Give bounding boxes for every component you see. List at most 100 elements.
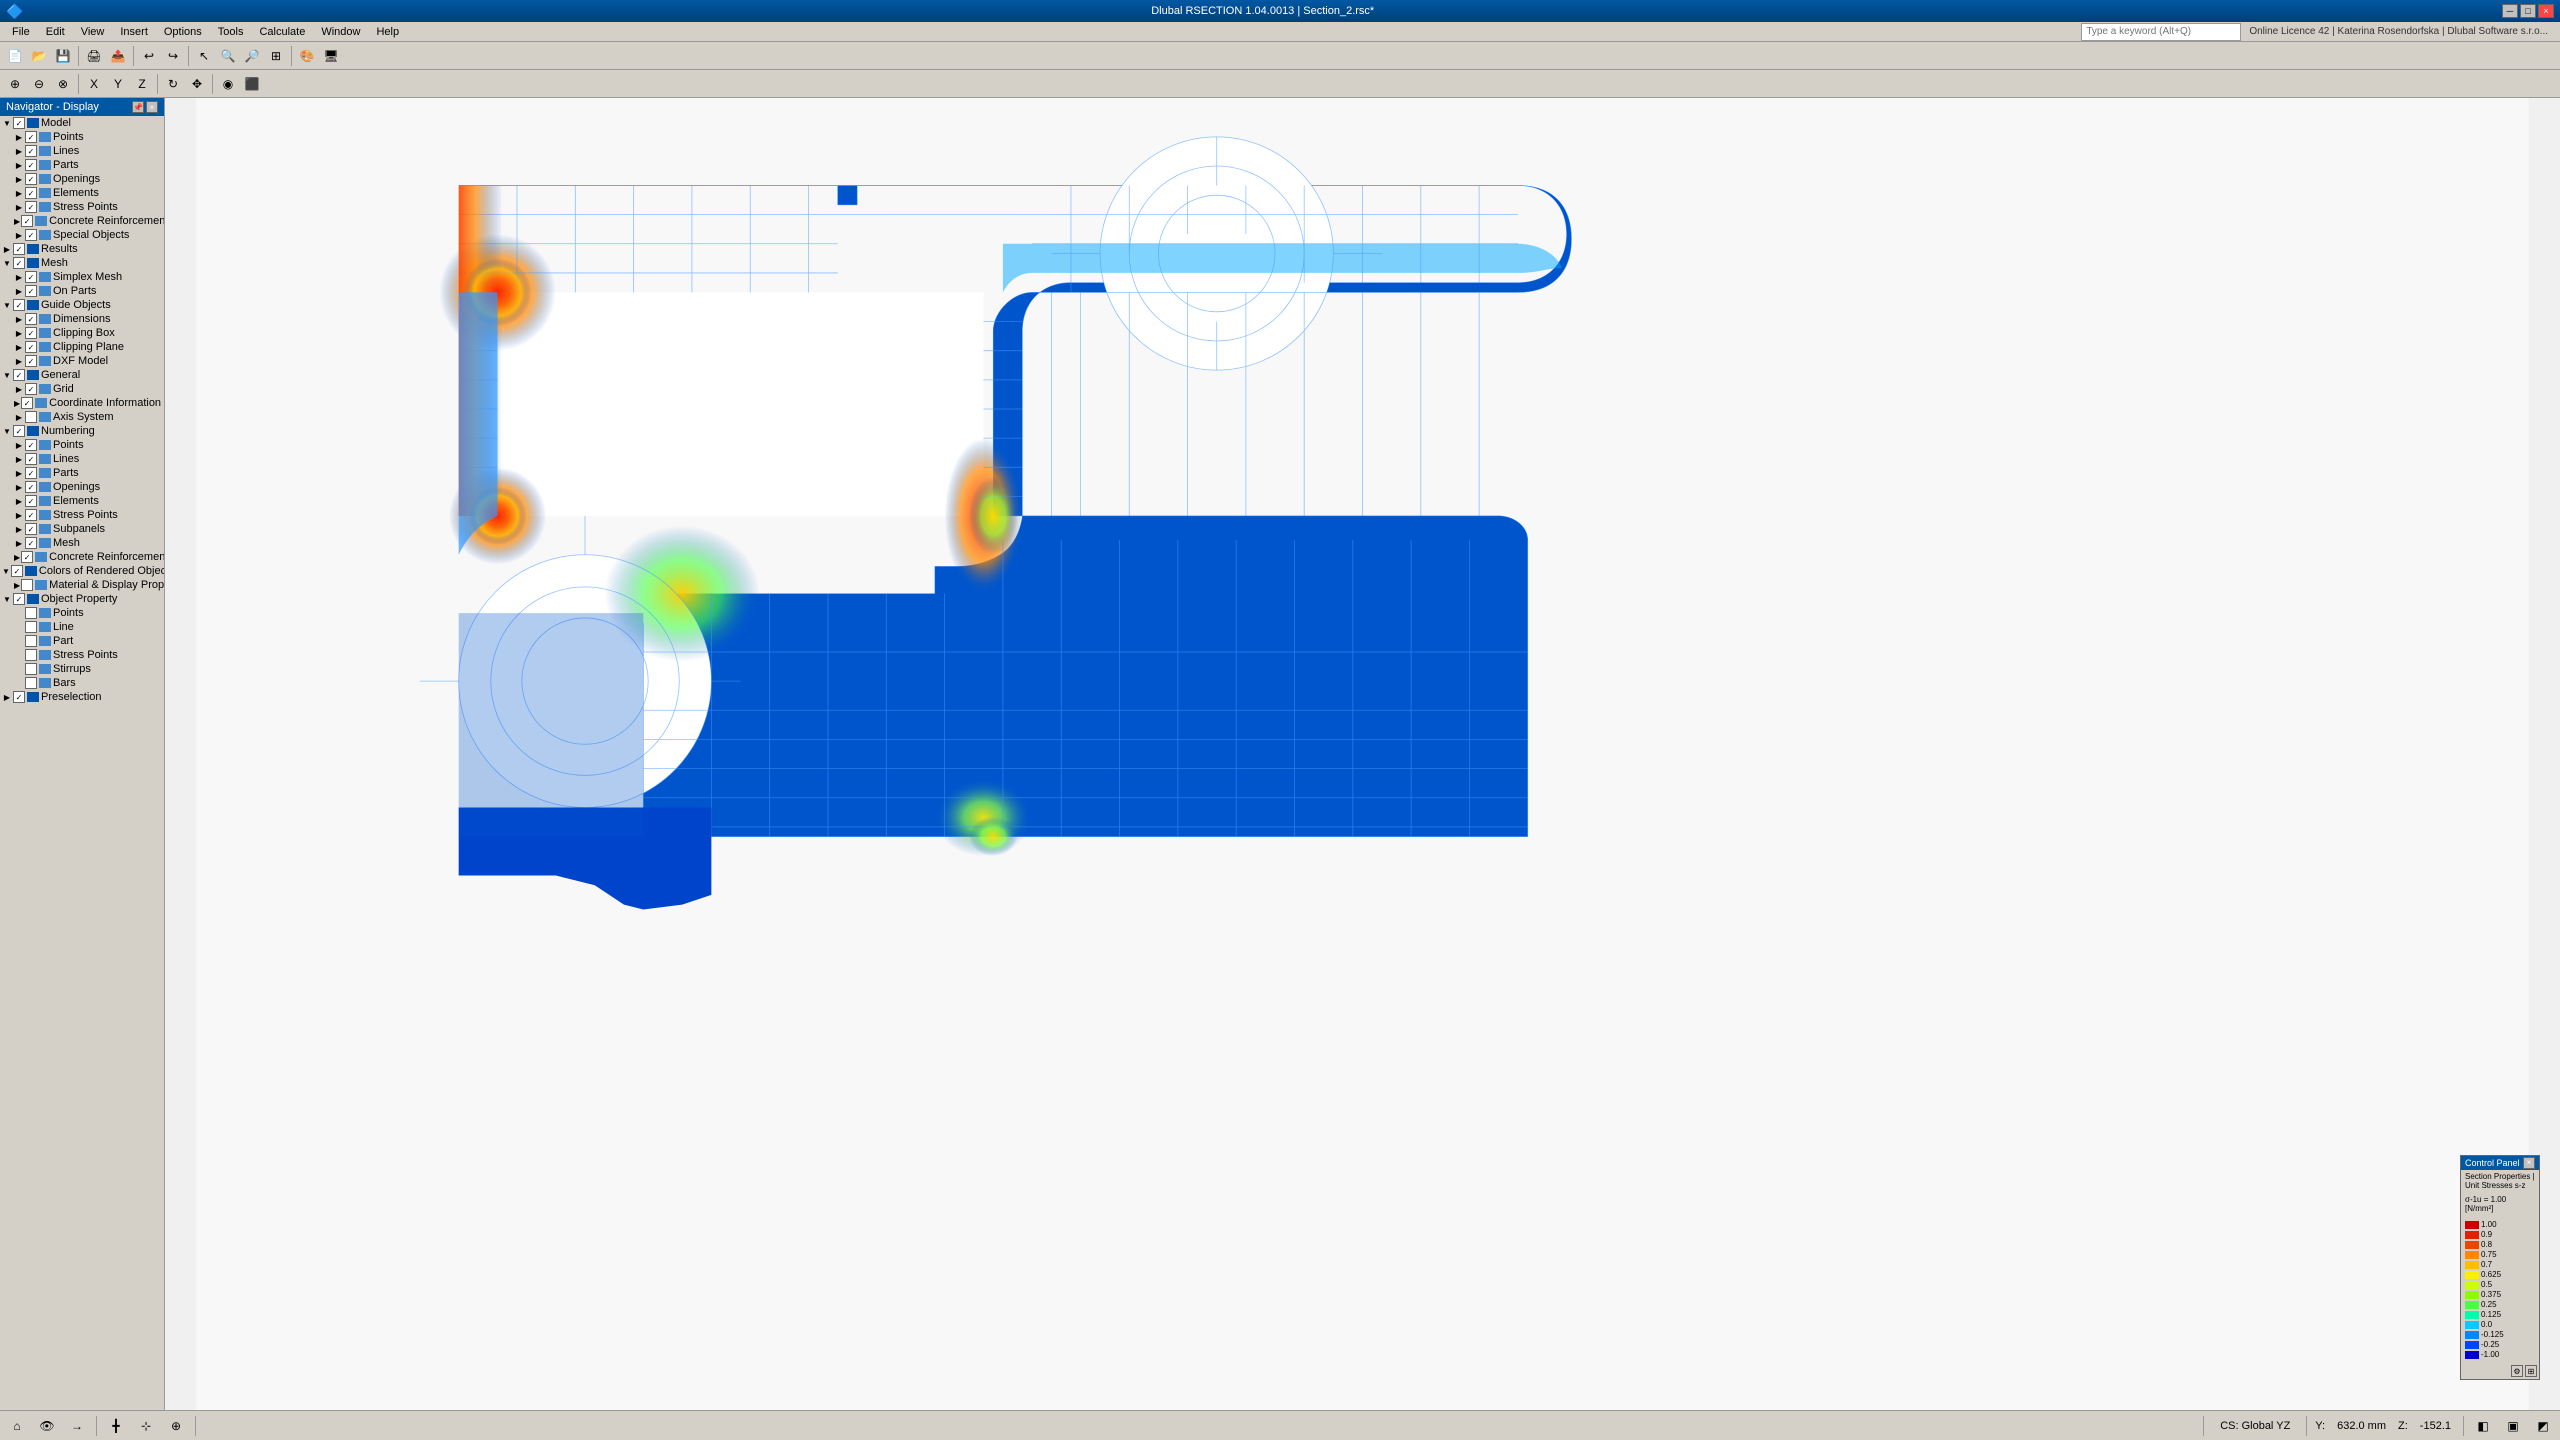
tree-arrow-11[interactable]: ▶	[14, 272, 24, 282]
tree-arrow-41[interactable]: ▶	[2, 692, 12, 702]
tree-check-4[interactable]	[25, 173, 37, 185]
export-button[interactable]: 📤	[107, 45, 129, 67]
tree-arrow-4[interactable]: ▶	[14, 174, 24, 184]
print-button[interactable]: 🖨	[83, 45, 105, 67]
tree-arrow-20[interactable]: ▶	[14, 398, 20, 408]
tree-arrow-2[interactable]: ▶	[14, 146, 24, 156]
tree-check-19[interactable]	[25, 383, 37, 395]
tree-check-28[interactable]	[25, 509, 37, 521]
tree-arrow-0[interactable]: ▼	[2, 118, 12, 128]
tree-check-33[interactable]	[21, 579, 33, 591]
tree-item[interactable]: ▼Colors of Rendered Objects by	[0, 564, 164, 578]
tree-item[interactable]: ▼Guide Objects	[0, 298, 164, 312]
tree-arrow-21[interactable]: ▶	[14, 412, 24, 422]
tb2-render-on[interactable]: ◉	[217, 73, 239, 95]
tree-check-3[interactable]	[25, 159, 37, 171]
navigator-close[interactable]: ×	[146, 101, 158, 113]
menu-view[interactable]: View	[73, 24, 113, 40]
tree-check-34[interactable]	[13, 593, 25, 605]
tree-arrow-22[interactable]: ▼	[2, 426, 12, 436]
render-button[interactable]: 🎨	[296, 45, 318, 67]
status-tool2[interactable]: ⊹	[135, 1415, 157, 1437]
tree-check-11[interactable]	[25, 271, 37, 283]
tree-check-37[interactable]	[25, 635, 37, 647]
tree-item[interactable]: ▶Simplex Mesh	[0, 270, 164, 284]
tree-item[interactable]: ▶Elements	[0, 186, 164, 200]
zoom-all-button[interactable]: ⊞	[265, 45, 287, 67]
tree-item[interactable]: ▼General	[0, 368, 164, 382]
tree-item[interactable]: ▶Grid	[0, 382, 164, 396]
tree-arrow-15[interactable]: ▶	[14, 328, 24, 338]
menu-tools[interactable]: Tools	[210, 24, 252, 40]
status-tool1[interactable]: ╋	[105, 1415, 127, 1437]
tree-arrow-28[interactable]: ▶	[14, 510, 24, 520]
tree-check-38[interactable]	[25, 649, 37, 661]
tree-arrow-16[interactable]: ▶	[14, 342, 24, 352]
tree-check-29[interactable]	[25, 523, 37, 535]
tree-item[interactable]: ▶Concrete Reinforcement	[0, 550, 164, 564]
tb2-axis-x[interactable]: X	[83, 73, 105, 95]
control-panel-close[interactable]: ×	[2523, 1157, 2535, 1169]
tree-item[interactable]: ▶On Parts	[0, 284, 164, 298]
tree-arrow-31[interactable]: ▶	[14, 552, 20, 562]
redo-button[interactable]: ↪	[162, 45, 184, 67]
search-input[interactable]	[2081, 23, 2241, 41]
tree-check-41[interactable]	[13, 691, 25, 703]
tree-arrow-29[interactable]: ▶	[14, 524, 24, 534]
tree-item[interactable]: ▶Special Objects	[0, 228, 164, 242]
tree-check-9[interactable]	[13, 243, 25, 255]
tree-check-26[interactable]	[25, 481, 37, 493]
status-view1[interactable]: ◧	[2472, 1415, 2494, 1437]
menu-help[interactable]: Help	[368, 24, 407, 40]
tb2-axis-y[interactable]: Y	[107, 73, 129, 95]
menu-options[interactable]: Options	[156, 24, 210, 40]
status-view2[interactable]: ▣	[2502, 1415, 2524, 1437]
menu-insert[interactable]: Insert	[112, 24, 156, 40]
close-button[interactable]: ×	[2538, 4, 2554, 18]
tree-check-31[interactable]	[21, 551, 33, 563]
tree-arrow-27[interactable]: ▶	[14, 496, 24, 506]
navigator-pin[interactable]: 📌	[132, 101, 144, 113]
tree-check-21[interactable]	[25, 411, 37, 423]
tree-check-39[interactable]	[25, 663, 37, 675]
menu-window[interactable]: Window	[313, 24, 368, 40]
tree-check-30[interactable]	[25, 537, 37, 549]
tree-arrow-8[interactable]: ▶	[14, 230, 24, 240]
status-eye[interactable]: 👁	[36, 1415, 58, 1437]
tree-check-0[interactable]	[13, 117, 25, 129]
tree-check-23[interactable]	[25, 439, 37, 451]
tree-item[interactable]: ▶Parts	[0, 158, 164, 172]
tree-check-32[interactable]	[11, 565, 23, 577]
tree-arrow-3[interactable]: ▶	[14, 160, 24, 170]
tree-check-6[interactable]	[25, 201, 37, 213]
tree-item[interactable]: Part	[0, 634, 164, 648]
tree-item[interactable]: ▶Material & Display Properties	[0, 578, 164, 592]
tree-arrow-30[interactable]: ▶	[14, 538, 24, 548]
tree-item[interactable]: ▶DXF Model	[0, 354, 164, 368]
tb2-btn1[interactable]: ⊕	[4, 73, 26, 95]
status-tool3[interactable]: ⊕	[165, 1415, 187, 1437]
tree-check-2[interactable]	[25, 145, 37, 157]
tree-item[interactable]: ▼Numbering	[0, 424, 164, 438]
tree-arrow-14[interactable]: ▶	[14, 314, 24, 324]
tree-check-20[interactable]	[21, 397, 33, 409]
tree-arrow-6[interactable]: ▶	[14, 202, 24, 212]
zoom-out-button[interactable]: 🔎	[241, 45, 263, 67]
tree-item[interactable]: ▶Axis System	[0, 410, 164, 424]
status-arrow[interactable]: →	[66, 1415, 88, 1437]
tree-arrow-1[interactable]: ▶	[14, 132, 24, 142]
tree-check-15[interactable]	[25, 327, 37, 339]
menu-file[interactable]: File	[4, 24, 38, 40]
zoom-in-button[interactable]: 🔍	[217, 45, 239, 67]
tree-check-27[interactable]	[25, 495, 37, 507]
tree-check-24[interactable]	[25, 453, 37, 465]
tree-check-22[interactable]	[13, 425, 25, 437]
tree-check-10[interactable]	[13, 257, 25, 269]
new-button[interactable]: 📄	[4, 45, 26, 67]
tree-item[interactable]: ▼Object Property	[0, 592, 164, 606]
tree-item[interactable]: Bars	[0, 676, 164, 690]
select-button[interactable]: ↖	[193, 45, 215, 67]
tree-item[interactable]: ▶Lines	[0, 452, 164, 466]
open-button[interactable]: 📂	[28, 45, 50, 67]
menu-calculate[interactable]: Calculate	[251, 24, 313, 40]
